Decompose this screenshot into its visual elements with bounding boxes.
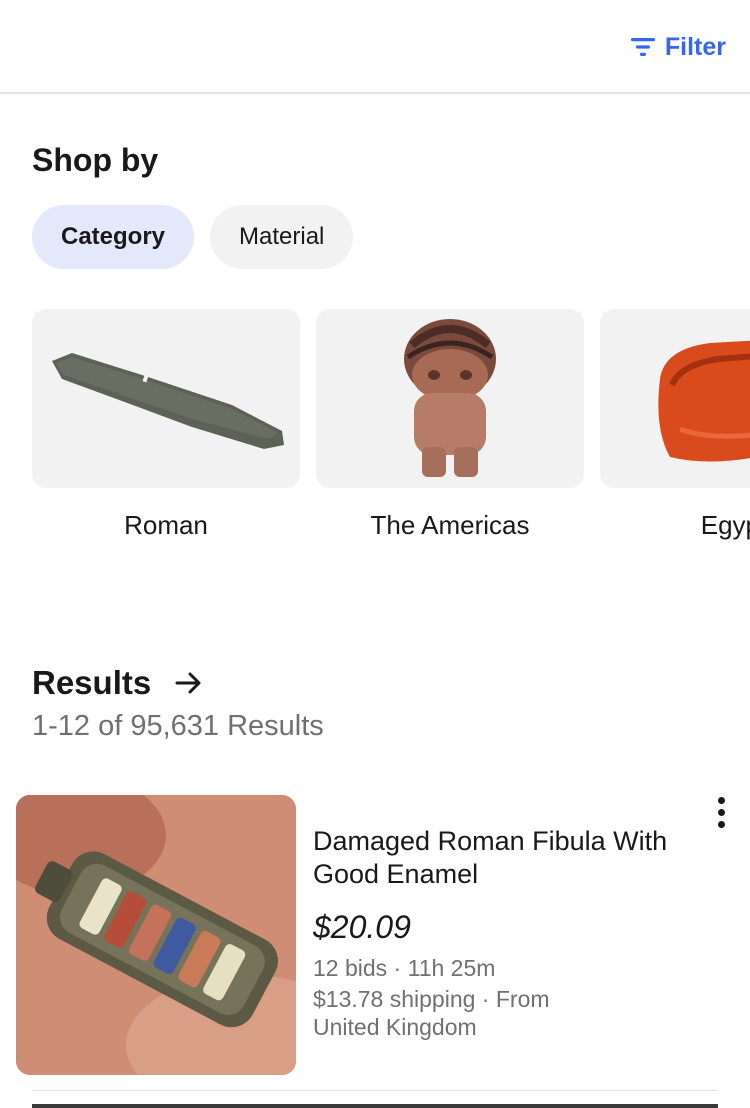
category-image-americas	[316, 309, 584, 488]
search-results-page: Filter Shop by Category Material Roman T…	[0, 0, 750, 1108]
item-bids-time: 12 bids · 11h 25m	[313, 955, 496, 981]
category-image-egypt	[600, 309, 750, 488]
item-image[interactable]	[16, 795, 296, 1075]
arrow-right-icon	[175, 672, 201, 694]
category-label-the-americas: The Americas	[370, 510, 530, 540]
more-vertical-icon[interactable]	[706, 795, 736, 829]
category-carousel: Roman The Americas Egy	[32, 309, 750, 541]
filter-label: Filter	[664, 32, 726, 61]
item-divider	[32, 1090, 718, 1091]
category-card-egypt[interactable]: Egypt	[600, 309, 750, 541]
shop-by-title: Shop by	[32, 142, 159, 178]
filter-lines-icon	[630, 38, 655, 56]
item-title[interactable]: Damaged Roman Fibula With Good Enamel	[313, 825, 703, 891]
item-shipping: $13.78 shipping · From United Kingdom	[313, 986, 550, 1040]
top-bar: Filter	[0, 0, 750, 94]
result-item-card[interactable]: Damaged Roman Fibula With Good Enamel $2…	[16, 795, 734, 1091]
shop-by-chips: Category Material	[32, 205, 354, 269]
category-label-roman: Roman	[124, 510, 208, 540]
results-header-link[interactable]: Results	[32, 664, 203, 702]
chip-material[interactable]: Material	[210, 205, 354, 269]
chip-category[interactable]: Category	[32, 205, 195, 269]
item-price: $20.09	[313, 909, 411, 945]
category-card-roman[interactable]: Roman	[32, 309, 300, 541]
category-label-egypt: Egypt	[700, 510, 750, 540]
category-card-the-americas[interactable]: The Americas	[316, 309, 584, 541]
results-count: 1-12 of 95,631 Results	[32, 710, 324, 742]
filter-button[interactable]: Filter	[630, 30, 726, 64]
results-title: Results	[32, 664, 152, 701]
category-image-roman	[32, 309, 300, 488]
next-item-peek	[32, 1104, 718, 1108]
